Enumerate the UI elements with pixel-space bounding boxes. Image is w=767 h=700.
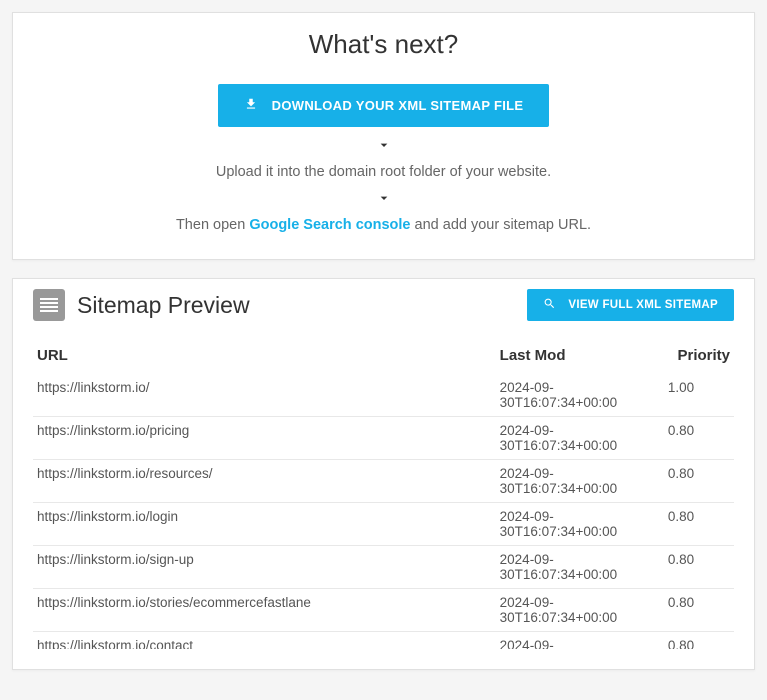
cell-lastmod: 2024-09-30T16:07:34+00:00 <box>496 460 664 503</box>
cell-priority: 1.00 <box>664 374 734 417</box>
sitemap-preview-title: Sitemap Preview <box>77 292 250 319</box>
chevron-down-icon <box>33 137 734 158</box>
cell-lastmod: 2024-09-30T16:07:34+00:00 <box>496 417 664 460</box>
cell-url: https://linkstorm.io/sign-up <box>33 546 496 589</box>
list-icon <box>33 289 65 321</box>
upload-instruction: Upload it into the domain root folder of… <box>33 164 734 180</box>
sitemap-preview-panel: Sitemap Preview VIEW FULL XML SITEMAP UR… <box>12 278 755 670</box>
google-search-console-link[interactable]: Google Search console <box>249 217 410 233</box>
cell-priority: 0.80 <box>664 460 734 503</box>
cell-url: https://linkstorm.io/ <box>33 374 496 417</box>
cell-priority: 0.80 <box>664 589 734 632</box>
sitemap-table-scroll[interactable]: URL Last Mod Priority https://linkstorm.… <box>33 339 734 649</box>
google-search-instruction: Then open Google Search console and add … <box>33 217 734 233</box>
table-row: https://linkstorm.io/contact2024-09-30T1… <box>33 632 734 650</box>
cell-lastmod: 2024-09-30T16:07:34+00:00 <box>496 632 664 650</box>
cell-lastmod: 2024-09-30T16:07:34+00:00 <box>496 374 664 417</box>
download-button-label: DOWNLOAD YOUR XML SITEMAP FILE <box>272 98 524 113</box>
cell-url: https://linkstorm.io/pricing <box>33 417 496 460</box>
cell-lastmod: 2024-09-30T16:07:34+00:00 <box>496 589 664 632</box>
cell-priority: 0.80 <box>664 503 734 546</box>
cell-lastmod: 2024-09-30T16:07:34+00:00 <box>496 546 664 589</box>
view-full-sitemap-button[interactable]: VIEW FULL XML SITEMAP <box>527 289 734 321</box>
cell-lastmod: 2024-09-30T16:07:34+00:00 <box>496 503 664 546</box>
col-lastmod: Last Mod <box>496 339 664 374</box>
table-row: https://linkstorm.io/sign-up2024-09-30T1… <box>33 546 734 589</box>
cell-url: https://linkstorm.io/stories/ecommercefa… <box>33 589 496 632</box>
whats-next-panel: What's next? DOWNLOAD YOUR XML SITEMAP F… <box>12 12 755 260</box>
table-row: https://linkstorm.io/2024-09-30T16:07:34… <box>33 374 734 417</box>
cell-url: https://linkstorm.io/contact <box>33 632 496 650</box>
sitemap-table: URL Last Mod Priority https://linkstorm.… <box>33 339 734 649</box>
download-icon <box>244 97 258 114</box>
cell-url: https://linkstorm.io/login <box>33 503 496 546</box>
chevron-down-icon <box>33 190 734 211</box>
cell-priority: 0.80 <box>664 546 734 589</box>
download-sitemap-button[interactable]: DOWNLOAD YOUR XML SITEMAP FILE <box>218 84 550 127</box>
table-row: https://linkstorm.io/resources/2024-09-3… <box>33 460 734 503</box>
cell-priority: 0.80 <box>664 632 734 650</box>
table-row: https://linkstorm.io/stories/ecommercefa… <box>33 589 734 632</box>
col-priority: Priority <box>664 339 734 374</box>
instruction-text-pre: Then open <box>176 217 249 233</box>
instruction-text-post: and add your sitemap URL. <box>411 217 592 233</box>
whats-next-heading: What's next? <box>33 29 734 60</box>
cell-priority: 0.80 <box>664 417 734 460</box>
cell-url: https://linkstorm.io/resources/ <box>33 460 496 503</box>
view-full-button-label: VIEW FULL XML SITEMAP <box>568 299 718 311</box>
table-row: https://linkstorm.io/pricing2024-09-30T1… <box>33 417 734 460</box>
table-row: https://linkstorm.io/login2024-09-30T16:… <box>33 503 734 546</box>
magnify-icon <box>543 297 556 313</box>
col-url: URL <box>33 339 496 374</box>
